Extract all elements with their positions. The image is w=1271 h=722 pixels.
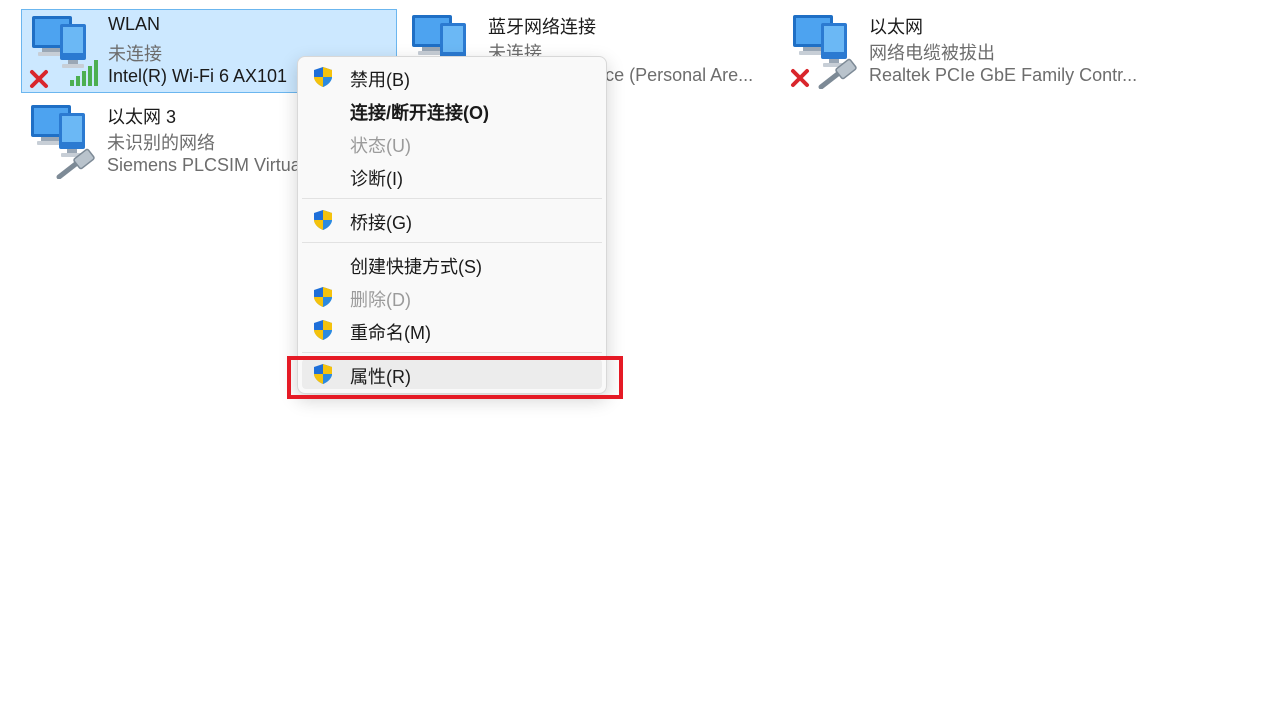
menu-item-delete: 删除(D) [302,282,602,312]
ethernet-adapter-icon [25,103,101,180]
context-menu: 禁用(B) 连接/断开连接(O) 状态(U) 诊断(I) 桥接(G) 创建快捷方… [297,56,607,394]
menu-item-label: 状态(U) [350,136,411,156]
adapter-status: 未连接 [108,44,162,64]
wifi-adapter-icon [26,14,102,90]
menu-item-diagnose[interactable]: 诊断(I) [302,161,602,191]
ethernet-adapter-icon [787,13,863,90]
menu-item-label: 连接/断开连接(O) [350,103,489,123]
menu-item-bridge[interactable]: 桥接(G) [302,205,602,235]
menu-separator [302,198,602,199]
adapter-ethernet[interactable]: 以太网 网络电缆被拔出 Realtek PCIe GbE Family Cont… [783,9,1159,93]
menu-item-connect-disconnect[interactable]: 连接/断开连接(O) [302,95,602,125]
menu-item-label: 重命名(M) [350,323,431,343]
adapter-status: 未识别的网络 [107,133,215,153]
menu-separator [302,242,602,243]
uac-shield-icon [312,66,334,88]
menu-item-label: 删除(D) [350,290,411,310]
menu-item-create-shortcut[interactable]: 创建快捷方式(S) [302,249,602,279]
highlight-box [287,356,623,399]
uac-shield-icon [312,286,334,308]
menu-item-rename[interactable]: 重命名(M) [302,315,602,345]
adapter-name: WLAN [108,14,161,34]
menu-item-disable[interactable]: 禁用(B) [302,62,602,92]
adapter-status: 网络电缆被拔出 [869,43,995,63]
adapter-name: 以太网 3 [107,107,177,127]
adapter-name: 以太网 [869,17,923,37]
menu-item-label: 桥接(G) [350,213,412,233]
menu-item-label: 诊断(I) [350,169,403,189]
menu-item-status: 状态(U) [302,128,602,158]
uac-shield-icon [312,319,334,341]
uac-shield-icon [312,209,334,231]
menu-item-label: 创建快捷方式(S) [350,257,482,277]
adapter-name: 蓝牙网络连接 [488,17,596,37]
adapter-device: Intel(R) Wi-Fi 6 AX101 [108,66,288,86]
menu-separator [302,352,602,353]
adapter-device: Realtek PCIe GbE Family Contr... [869,65,1138,85]
x-mark-icon [30,70,48,88]
menu-item-label: 禁用(B) [350,70,410,90]
x-mark-icon [791,69,809,87]
